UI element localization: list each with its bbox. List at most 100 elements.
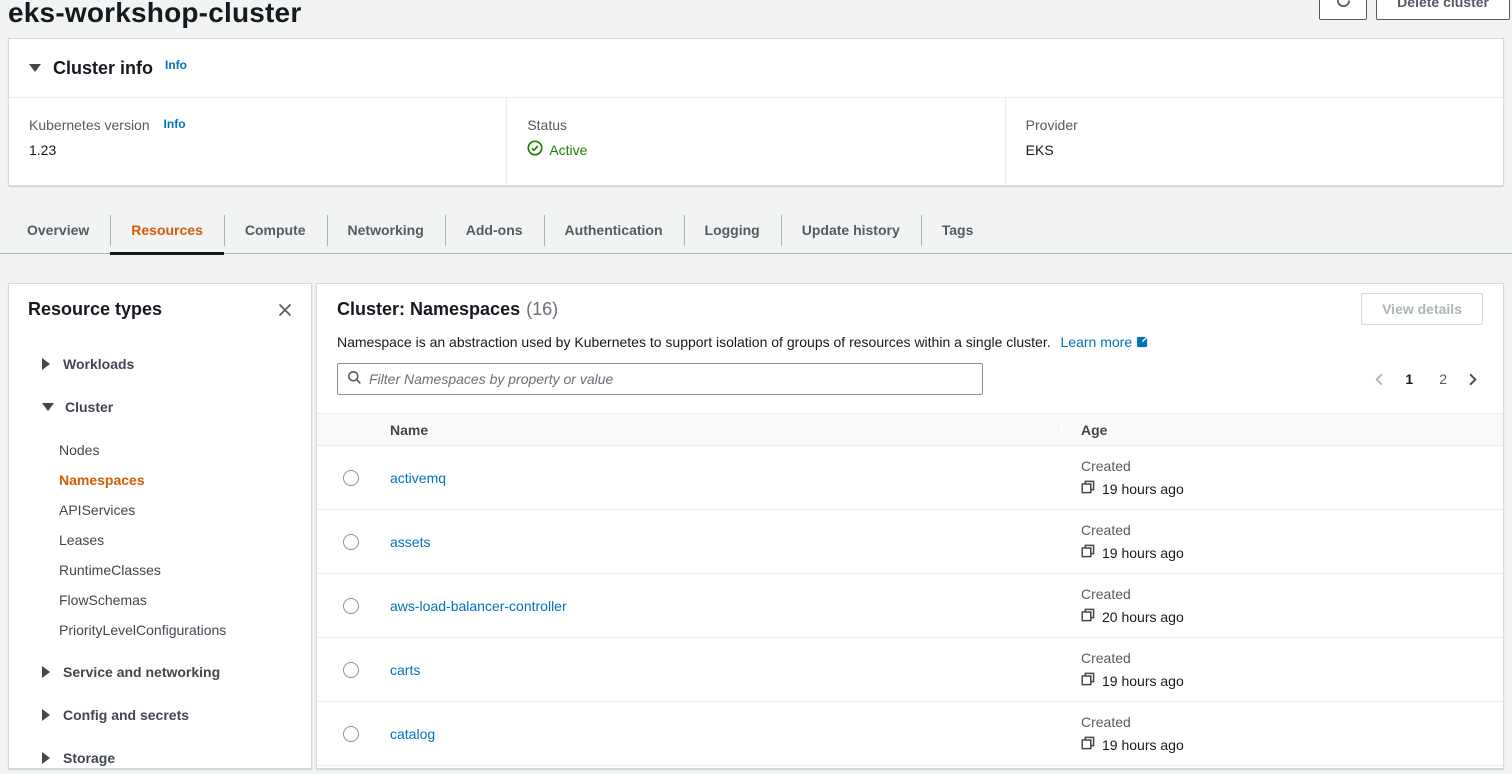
chevron-down-icon [42,403,54,411]
provider-value: EKS [1026,142,1483,158]
delete-cluster-button[interactable]: Delete cluster [1376,0,1510,20]
sidebar-group-config-and-secrets[interactable]: Config and secrets [42,707,311,723]
table-row: aws-load-balancer-controller Created 20 … [317,574,1503,638]
resource-types-tree: Workloads Cluster Nodes Namespaces APISe… [9,320,311,766]
copy-icon[interactable] [1081,736,1095,753]
page-number-1[interactable]: 1 [1397,371,1421,387]
table-row: carts Created 19 hours ago [317,638,1503,702]
pagination: 1 2 [1372,371,1483,387]
view-details-button[interactable]: View details [1361,293,1483,325]
row-select-radio[interactable] [343,662,359,678]
namespace-link[interactable]: carts [390,662,420,678]
tab-add-ons[interactable]: Add-ons [445,208,544,253]
refresh-icon [1335,0,1352,12]
cluster-info-header[interactable]: Cluster info Info [9,39,1503,98]
tab-overview[interactable]: Overview [6,208,110,253]
cluster-info-body: Kubernetes version Info 1.23 Status Acti… [9,98,1503,186]
row-select-radio[interactable] [343,598,359,614]
close-icon[interactable] [275,300,295,320]
sidebar-item-leases[interactable]: Leases [59,532,311,548]
created-label: Created [1081,458,1503,474]
tab-compute[interactable]: Compute [224,208,327,253]
tab-update-history[interactable]: Update history [781,208,921,253]
table-row: catalog Created 19 hours ago [317,702,1503,766]
namespace-link[interactable]: assets [390,534,430,550]
copy-icon[interactable] [1081,480,1095,497]
search-icon [347,370,362,388]
namespace-link[interactable]: aws-load-balancer-controller [390,598,567,614]
cluster-info-info-link[interactable]: Info [165,58,187,72]
tab-tags[interactable]: Tags [921,208,995,253]
namespace-count: (16) [526,299,558,320]
chevron-right-icon [42,752,50,764]
created-label: Created [1081,714,1503,730]
table-header-row: Name Age [317,413,1503,446]
sidebar-item-nodes[interactable]: Nodes [59,442,311,458]
refresh-button[interactable] [1319,0,1367,20]
filter-row: 1 2 [337,363,1483,395]
age-value: 19 hours ago [1102,481,1184,497]
kubernetes-version-info-link[interactable]: Info [164,117,186,131]
previous-page-icon[interactable] [1372,372,1387,387]
cluster-info-card: Cluster info Info Kubernetes version Inf… [8,38,1504,186]
cluster-sub-items: Nodes Namespaces APIServices Leases Runt… [42,442,311,638]
created-label: Created [1081,522,1503,538]
tab-logging[interactable]: Logging [684,208,781,253]
tab-authentication[interactable]: Authentication [544,208,684,253]
sidebar-group-workloads[interactable]: Workloads [42,356,311,372]
age-value: 20 hours ago [1102,609,1184,625]
namespace-description: Namespace is an abstraction used by Kube… [337,334,1483,351]
row-select-radio[interactable] [343,726,359,742]
sidebar-item-namespaces[interactable]: Namespaces [59,472,311,488]
tab-resources[interactable]: Resources [110,208,224,253]
sidebar-item-apiservices[interactable]: APIServices [59,502,311,518]
sidebar-item-prioritylevelconfigurations[interactable]: PriorityLevelConfigurations [59,622,311,638]
namespace-link[interactable]: activemq [390,470,446,486]
namespaces-table: Name Age activemq Created 19 hours ago a… [317,413,1503,766]
filter-namespaces-input[interactable] [369,371,973,387]
tab-bar: Overview Resources Compute Networking Ad… [0,208,1512,254]
row-select-radio[interactable] [343,470,359,486]
sidebar-item-runtimeclasses[interactable]: RuntimeClasses [59,562,311,578]
filter-box [337,363,983,395]
external-link-icon [1136,335,1149,351]
page-number-2[interactable]: 2 [1431,371,1455,387]
kubernetes-version-value: 1.23 [29,142,486,158]
age-column-header: Age [1058,422,1503,438]
resource-types-title: Resource types [28,299,162,320]
learn-more-link[interactable]: Learn more [1061,334,1133,350]
created-label: Created [1081,650,1503,666]
namespace-link[interactable]: catalog [390,726,435,742]
panel-title: Cluster: Namespaces [337,299,520,320]
chevron-right-icon [42,358,50,370]
created-label: Created [1081,586,1503,602]
provider-field: Provider EKS [1005,98,1503,186]
copy-icon[interactable] [1081,672,1095,689]
page-title: eks-workshop-cluster [8,0,1504,30]
check-circle-icon [527,140,543,159]
cluster-info-title: Cluster info [53,58,153,79]
sidebar-group-service-and-networking[interactable]: Service and networking [42,664,311,680]
copy-icon[interactable] [1081,544,1095,561]
sidebar-group-cluster[interactable]: Cluster [42,399,311,415]
kubernetes-version-field: Kubernetes version Info 1.23 [9,98,506,186]
page-header: eks-workshop-cluster Delete cluster [0,0,1512,38]
namespaces-panel: Cluster: Namespaces (16) View details Na… [316,283,1504,769]
status-label: Status [527,117,984,133]
sidebar-group-storage[interactable]: Storage [42,750,311,766]
copy-icon[interactable] [1081,608,1095,625]
sidebar-item-flowschemas[interactable]: FlowSchemas [59,592,311,608]
collapse-caret-icon[interactable] [29,64,41,72]
row-select-radio[interactable] [343,534,359,550]
table-row: activemq Created 19 hours ago [317,446,1503,510]
tab-networking[interactable]: Networking [327,208,445,253]
age-value: 19 hours ago [1102,737,1184,753]
status-badge: Active [527,140,984,159]
age-value: 19 hours ago [1102,673,1184,689]
next-page-icon[interactable] [1465,372,1480,387]
chevron-right-icon [42,709,50,721]
kubernetes-version-label: Kubernetes version Info [29,117,486,133]
chevron-right-icon [42,666,50,678]
header-actions: Delete cluster [1319,0,1510,20]
namespaces-header: Cluster: Namespaces (16) View details [337,299,1483,325]
